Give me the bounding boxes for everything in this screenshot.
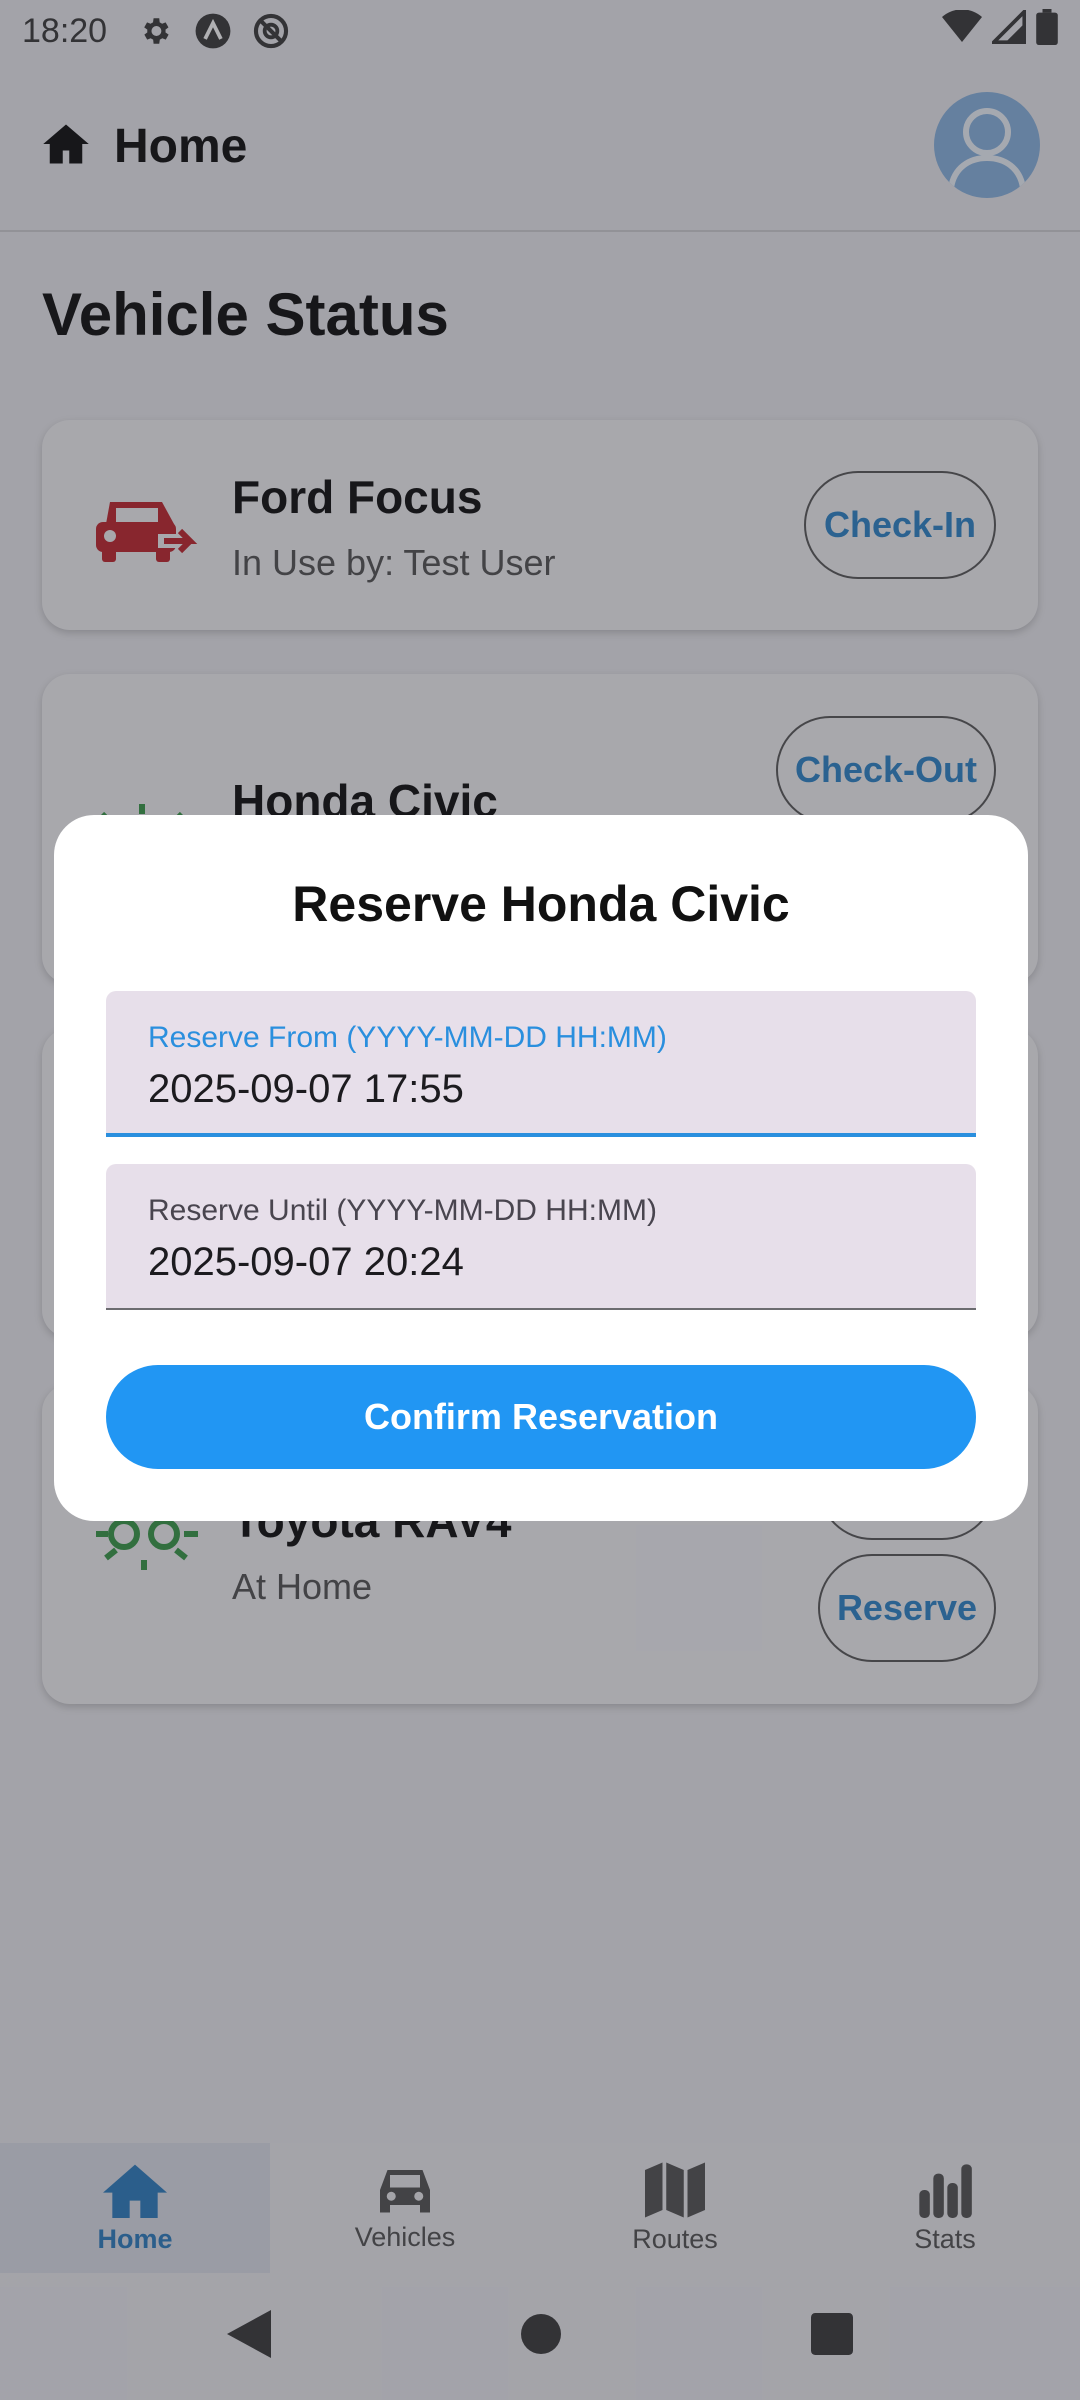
dialog-title: Reserve Honda Civic bbox=[292, 876, 790, 932]
reserve-until-field[interactable]: Reserve Until (YYYY-MM-DD HH:MM) 2025-09… bbox=[106, 1164, 976, 1310]
reserve-from-label: Reserve From (YYYY-MM-DD HH:MM) bbox=[148, 1021, 667, 1054]
confirm-reservation-button[interactable]: Confirm Reservation bbox=[106, 1365, 976, 1469]
reserve-from-input[interactable]: 2025-09-07 17:55 bbox=[148, 1067, 464, 1112]
reserve-until-label: Reserve Until (YYYY-MM-DD HH:MM) bbox=[148, 1194, 657, 1227]
reserve-dialog: Reserve Honda Civic Reserve From (YYYY-M… bbox=[54, 815, 1028, 1521]
reserve-until-input[interactable]: 2025-09-07 20:24 bbox=[148, 1240, 464, 1285]
reserve-from-field[interactable]: Reserve From (YYYY-MM-DD HH:MM) 2025-09-… bbox=[106, 991, 976, 1137]
